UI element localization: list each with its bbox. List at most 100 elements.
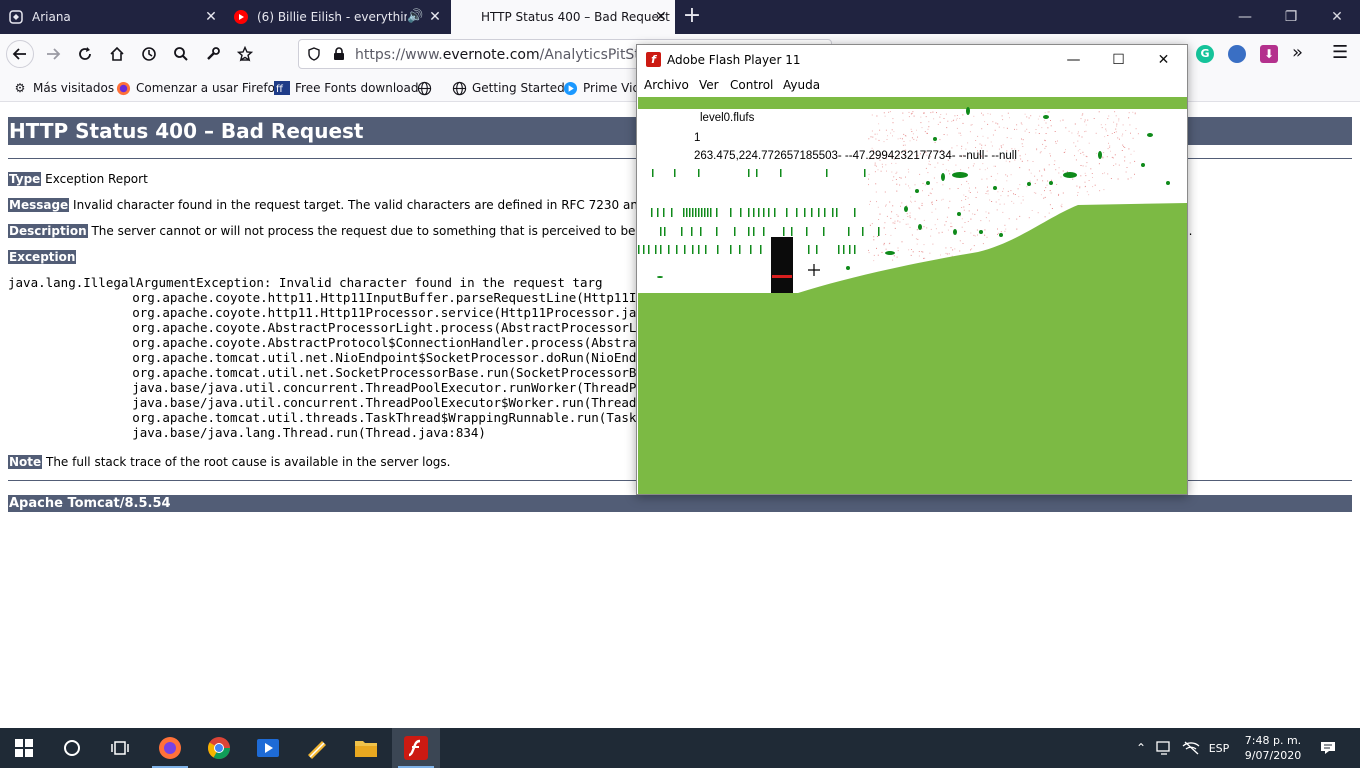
close-tab-icon[interactable]: ✕ <box>653 9 669 25</box>
particle <box>1036 149 1038 151</box>
restore-icon[interactable]: ❐ <box>1268 0 1314 34</box>
windows-start-icon[interactable] <box>0 728 48 768</box>
particle <box>894 222 896 224</box>
media-app-icon[interactable] <box>244 728 292 768</box>
tab-http-400[interactable]: HTTP Status 400 – Bad Request ✕ <box>451 0 675 34</box>
particle <box>946 134 948 136</box>
close-tab-icon[interactable]: ✕ <box>427 9 443 25</box>
flash-player-icon[interactable] <box>392 728 440 768</box>
particle <box>1006 127 1008 129</box>
particle <box>927 172 929 174</box>
particle <box>891 129 893 131</box>
particle <box>911 249 912 250</box>
menu-hamburger-icon[interactable]: ☰ <box>1332 42 1348 63</box>
particle <box>943 134 945 135</box>
particle <box>1026 186 1028 188</box>
particle <box>941 231 943 233</box>
speaker-icon[interactable]: 🔊 <box>407 9 423 24</box>
home-icon[interactable] <box>103 40 131 68</box>
back-arrow-icon[interactable] <box>6 40 34 68</box>
particle <box>1134 112 1136 114</box>
particle <box>917 238 919 240</box>
lock-icon[interactable] <box>333 47 345 64</box>
particle <box>873 260 875 262</box>
particle <box>1137 133 1139 135</box>
particle <box>941 199 943 201</box>
task-view-icon[interactable] <box>96 728 144 768</box>
particle <box>1084 119 1086 121</box>
close-window-icon[interactable]: ✕ <box>1141 45 1186 75</box>
close-tab-icon[interactable]: ✕ <box>203 9 219 25</box>
minimize-icon[interactable]: — <box>1051 45 1096 75</box>
network-icon[interactable] <box>1154 728 1176 768</box>
maximize-icon[interactable]: ☐ <box>1096 45 1141 75</box>
message-row: Message Invalid character found in the r… <box>8 197 707 213</box>
particle <box>1084 131 1085 133</box>
menu-control[interactable]: Control <box>730 78 773 92</box>
flash-stage[interactable]: level0.flufs 1 263.475,224.772657185503-… <box>638 97 1187 494</box>
menu-ayuda[interactable]: Ayuda <box>783 78 820 92</box>
reload-icon[interactable] <box>71 40 99 68</box>
particle <box>949 188 951 190</box>
particle <box>1045 145 1047 147</box>
search-extension-icon[interactable] <box>1228 45 1246 63</box>
particle <box>897 138 899 140</box>
flash-title-bar[interactable]: f Adobe Flash Player 11 — ☐ ✕ <box>637 45 1187 75</box>
particle <box>1028 169 1030 171</box>
minimize-icon[interactable]: — <box>1222 0 1268 34</box>
close-window-icon[interactable]: ✕ <box>1314 0 1360 34</box>
chrome-icon[interactable] <box>195 728 243 768</box>
particle <box>1055 169 1057 171</box>
file-explorer-icon[interactable] <box>342 728 390 768</box>
trace-line: org.apache.coyote.http11.Http11InputBuff… <box>72 290 667 305</box>
language-indicator[interactable]: ESP <box>1206 728 1232 768</box>
overflow-chevron-icon[interactable]: » <box>1292 42 1303 63</box>
grass-tick <box>710 208 712 217</box>
bookmark-comenzar-firefox[interactable]: Comenzar a usar Firefox <box>115 80 282 96</box>
particle <box>871 130 873 132</box>
shield-icon[interactable] <box>307 47 321 64</box>
download-extension-icon[interactable]: ⬇ <box>1260 45 1278 63</box>
particle <box>1000 231 1002 233</box>
particle <box>1005 174 1007 176</box>
grammarly-extension-icon[interactable]: G <box>1196 45 1214 63</box>
clock[interactable]: 7:48 p. m. 9/07/2020 <box>1240 728 1306 768</box>
bookmark-globe[interactable] <box>416 80 437 96</box>
cortana-search-icon[interactable] <box>48 728 96 768</box>
notification-center-icon[interactable] <box>1312 728 1344 768</box>
bookmark-free-fonts[interactable]: ff Free Fonts download <box>274 80 419 96</box>
flash-player-window[interactable]: f Adobe Flash Player 11 — ☐ ✕ Archivo Ve… <box>636 44 1188 495</box>
particle <box>1035 129 1037 130</box>
grass-tick <box>862 227 864 236</box>
new-tab-button[interactable]: + <box>680 4 704 28</box>
forward-arrow-icon[interactable] <box>39 40 67 68</box>
tray-chevron-up-icon[interactable]: ⌃ <box>1132 728 1150 768</box>
particle <box>895 162 897 164</box>
menu-archivo[interactable]: Archivo <box>644 78 689 92</box>
bookmark-mas-visitados[interactable]: ⚙ Más visitados <box>12 80 114 96</box>
particle <box>1128 112 1130 114</box>
particle <box>918 255 920 257</box>
wifi-off-icon[interactable] <box>1180 728 1202 768</box>
particle <box>1004 230 1006 232</box>
history-icon[interactable] <box>135 40 163 68</box>
bookmark-star-icon[interactable] <box>231 40 259 68</box>
particle <box>964 222 966 223</box>
sticky-app-icon[interactable] <box>293 728 341 768</box>
firefox-icon[interactable] <box>146 728 194 768</box>
particle <box>950 226 952 228</box>
tab-ariana[interactable]: Ariana ✕ <box>0 0 225 34</box>
particle <box>956 145 958 147</box>
particle <box>877 236 879 237</box>
particle <box>932 243 934 245</box>
tab-youtube[interactable]: (6) Billie Eilish - everything i 🔊 ✕ <box>225 0 449 34</box>
bookmark-prime-video[interactable]: Prime Vide <box>562 80 647 96</box>
wrench-icon[interactable] <box>199 40 227 68</box>
particle <box>973 245 975 247</box>
particle <box>893 176 895 178</box>
menu-ver[interactable]: Ver <box>699 78 719 92</box>
bookmark-getting-started[interactable]: Getting Started <box>451 80 565 96</box>
particle <box>1055 143 1057 144</box>
particle <box>942 163 944 165</box>
search-icon[interactable] <box>167 40 195 68</box>
